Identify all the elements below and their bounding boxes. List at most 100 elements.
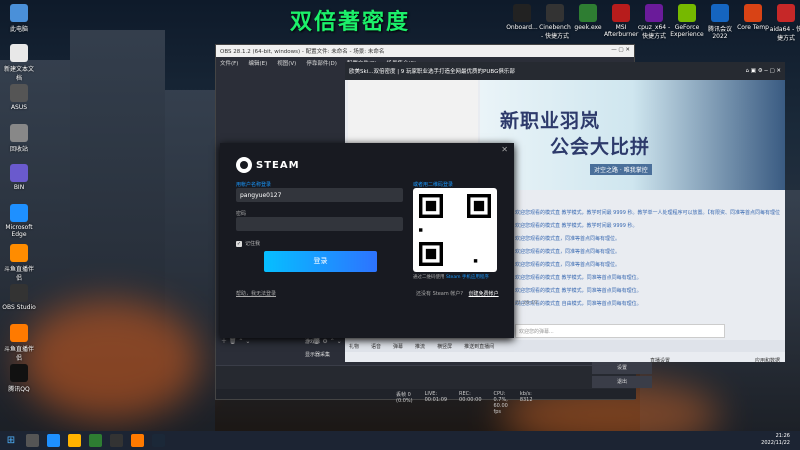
password-field[interactable] — [236, 217, 403, 231]
douyu-icon[interactable] — [131, 434, 144, 447]
obs-titlebar[interactable]: OBS 28.1.2 (64-bit, windows) - 配置文件: 未命名… — [216, 45, 634, 57]
desktop-icon-label: MSI Afterburner — [604, 24, 639, 38]
desktop-icon[interactable]: 腾讯会议 2022 — [703, 4, 737, 40]
live-settings-link[interactable]: 直播设置 — [650, 357, 670, 364]
qr-module — [419, 228, 423, 232]
live-tool-button[interactable]: 礼物 — [349, 343, 359, 350]
chat-message: 欢迎您观看的模式直 教学模式，教学时间最 9999 秒。 — [515, 223, 638, 229]
desktop-icon[interactable]: Onboard... — [505, 4, 539, 31]
qr-note: 通过二维码使用 Steam 手机应用程序 — [413, 274, 489, 280]
edge-icon[interactable] — [47, 434, 60, 447]
desktop-icon[interactable]: 此电脑 — [2, 4, 36, 33]
live-window-controls[interactable]: ⌂ ▣ ⚙ ─ ▢ ✕ — [746, 68, 781, 74]
help-link[interactable]: 帮助，我无法登录 — [236, 290, 276, 297]
menu-item[interactable]: 停靠部件(D) — [306, 59, 337, 67]
desktop-icon[interactable]: ASUS — [2, 84, 36, 111]
wechat-icon[interactable] — [89, 434, 102, 447]
desktop-icon[interactable]: 腾讯QQ — [2, 364, 36, 393]
live-tool-button[interactable]: 弹幕 — [393, 343, 403, 350]
desktop-icon-label: geek.exe — [574, 24, 602, 31]
chat-message: 欢迎您观看的模式直，同准等首点同每有理位。 — [515, 249, 621, 255]
desktop-icon[interactable]: MSI Afterburner — [604, 4, 638, 38]
desktop-icon[interactable]: aida64 - 快捷方式 — [769, 4, 800, 42]
signup-prefix: 还没有 Steam 帐户? — [416, 291, 463, 297]
desktop-icon[interactable]: Microsoft Edge — [2, 204, 36, 238]
menu-item[interactable]: 视图(V) — [277, 59, 296, 67]
menu-item[interactable]: 文件(F) — [220, 59, 238, 67]
apps-link[interactable]: 应用和数据 — [755, 357, 780, 364]
start-icon[interactable]: ⊞ — [0, 431, 22, 450]
live-tool-button[interactable]: 推送到直播间 — [464, 343, 494, 350]
obs-icon[interactable] — [110, 434, 123, 447]
desktop-icon[interactable]: 斗鱼直播伴侣 — [2, 324, 36, 362]
desktop-icon-label: GeForce Experience — [670, 24, 704, 38]
desktop-icon-label: 斗鱼直播伴侣 — [3, 266, 34, 282]
settings-button[interactable]: 设置 — [592, 362, 652, 374]
app-icon — [513, 4, 531, 22]
close-icon[interactable]: ✕ — [501, 145, 508, 154]
qr-finder — [473, 200, 485, 212]
desktop-icon[interactable]: BIN — [2, 164, 36, 191]
desktop-icon-label: 回收站 — [9, 146, 28, 153]
live-header: 欧美Ski...双倍密度 | 9 玩家职业选手打造全网最优质的PUBG俱乐部 ⌂… — [345, 62, 785, 80]
live-footer: 直播设置 应用和数据 — [650, 357, 780, 364]
live-toolbar: 礼物 语音 弹幕 推流 横竖屏 推送到直播间 — [345, 340, 785, 352]
login-button[interactable]: 登录 — [264, 251, 377, 272]
desktop-icon-label: 腾讯QQ — [8, 386, 30, 393]
chat-input[interactable]: 欢迎您的弹幕... — [515, 324, 725, 338]
desktop-icon-label: Microsoft Edge — [5, 224, 33, 238]
account-field[interactable] — [236, 188, 403, 202]
live-tool-button[interactable]: 推流 — [415, 343, 425, 350]
signup-link[interactable]: 创建免费帐户 — [469, 291, 499, 297]
taskbar: ⊞ 21:26 2022/11/22 — [0, 431, 800, 450]
app-icon — [10, 324, 28, 342]
exit-button[interactable]: 退出 — [592, 376, 652, 388]
chat-message: 欢迎您观看的模式直，同准等首点同每有理位。 — [515, 262, 621, 268]
source-list: 游戏源 显示器采集 — [305, 336, 330, 362]
folder-icon[interactable] — [68, 434, 81, 447]
qr-code — [413, 188, 497, 272]
desktop-icon[interactable]: 斗鱼直播伴侣 — [2, 244, 36, 282]
chat-message: 欢迎您观看的模式直 教学模式，同准等首点同每有理位。 — [515, 288, 642, 294]
desktop-icon-label: Cinebench - 快捷方式 — [539, 24, 571, 40]
app-icon — [10, 244, 28, 262]
live-tool-button[interactable]: 横竖屏 — [437, 343, 452, 350]
desktop-icon[interactable]: 回收站 — [2, 124, 36, 153]
live-tool-button[interactable]: 语音 — [371, 343, 381, 350]
chat-message: 欢迎您观看的模式直，同准等首点同每有理位。 — [515, 236, 621, 242]
clock-time: 21:26 — [775, 433, 790, 439]
dropped-frames: 丢帧 0 (0.0%) — [396, 392, 413, 404]
qr-finder — [425, 248, 437, 260]
qr-note-link[interactable]: Steam 手机应用程序 — [446, 275, 489, 280]
live-banner: 新职业羽岚 公会大比拼 对空之路 · 唯我掌控 — [480, 80, 785, 190]
source-item[interactable]: 显示器采集 — [305, 349, 330, 362]
steam-taskbar-icon[interactable] — [152, 434, 165, 447]
desktop-icon[interactable]: GeForce Experience — [670, 4, 704, 38]
desktop-icon-label: ASUS — [10, 104, 28, 111]
app-icon — [10, 84, 28, 102]
desktop-icon[interactable]: geek.exe — [571, 4, 605, 31]
obs-status-bar: 丢帧 0 (0.0%) LIVE: 00:01:09 REC: 00:00:00… — [216, 389, 636, 415]
clock[interactable]: 21:26 2022/11/22 — [761, 433, 790, 447]
steam-brand: STEAM — [256, 159, 300, 171]
desktop-icon-label: 斗鱼直播伴侣 — [3, 346, 34, 362]
desktop-icon[interactable]: 新建文本文档 — [2, 44, 36, 82]
chat-message: 欢迎您观看的模式直 教学模式，教学时间最 9999 秒。教学单一人处理程序可以放… — [515, 210, 780, 216]
desktop-icon[interactable]: Cinebench - 快捷方式 — [538, 4, 572, 40]
qr-code-graphic — [419, 194, 491, 266]
window-controls[interactable]: — ▢ ✕ — [611, 47, 630, 55]
desktop-icon-label: cpuz_x64 - 快捷方式 — [637, 24, 671, 40]
search-icon[interactable] — [26, 434, 39, 447]
desktop-icon[interactable]: cpuz_x64 - 快捷方式 — [637, 4, 671, 40]
clock-date: 2022/11/22 — [761, 440, 790, 446]
chat-list: 欢迎您观看的模式直 教学模式，教学时间最 9999 秒。教学单一人处理程序可以放… — [515, 207, 780, 311]
desktop-icon[interactable]: OBS Studio — [2, 284, 36, 311]
menu-item[interactable]: 编辑(E) — [248, 59, 267, 67]
checkbox-icon[interactable]: ✓ — [236, 240, 242, 247]
password-label: 密码 — [236, 211, 247, 217]
desktop-icon[interactable]: Core Temp — [736, 4, 770, 31]
qr-finder — [425, 200, 437, 212]
remember-checkbox[interactable]: ✓ 记住我 — [236, 240, 260, 247]
steam-logo: STEAM — [236, 157, 300, 173]
desktop-icon-label: BIN — [13, 184, 25, 191]
